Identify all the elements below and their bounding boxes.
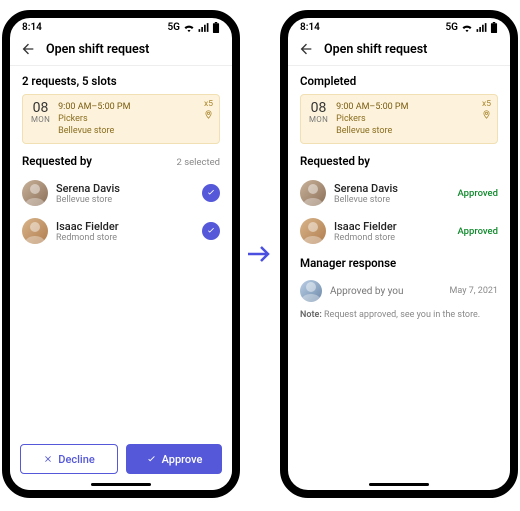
requester-store: Redmond store xyxy=(334,233,449,243)
app-bar: Open shift request xyxy=(288,35,510,66)
summary-text: Completed xyxy=(300,74,498,88)
status-time: 8:14 xyxy=(300,22,320,33)
page-title: Open shift request xyxy=(324,42,427,57)
avatar xyxy=(22,218,48,244)
note-text: Request approved, see you in the store. xyxy=(324,310,480,320)
home-indicator xyxy=(91,483,151,486)
requester-store: Redmond store xyxy=(56,233,194,243)
requester-row: Isaac Fielder Redmond store Approved xyxy=(300,212,498,250)
status-badge: Approved xyxy=(457,226,498,237)
shift-card[interactable]: 08 MON 9:00 AM–5:00 PM Pickers Bellevue … xyxy=(22,94,220,144)
requester-name: Serena Davis xyxy=(334,182,449,195)
requester-row[interactable]: Isaac Fielder Redmond store xyxy=(22,212,220,250)
action-bar: Decline Approve xyxy=(10,436,232,490)
shift-day-number: 08 xyxy=(309,101,328,115)
shift-slots: x5 xyxy=(482,99,491,109)
shift-role: Pickers xyxy=(336,113,408,125)
requester-row[interactable]: Serena Davis Bellevue store xyxy=(22,174,220,212)
requested-by-label: Requested by xyxy=(300,154,370,168)
status-time: 8:14 xyxy=(22,22,42,33)
shift-day-label: MON xyxy=(309,115,328,124)
requester-name: Isaac Fielder xyxy=(334,220,449,233)
shift-store: Bellevue store xyxy=(336,125,408,137)
page-title: Open shift request xyxy=(46,42,149,57)
status-bar: 8:14 5G xyxy=(10,18,232,35)
approve-label: Approve xyxy=(162,453,203,466)
selected-count: 2 selected xyxy=(177,157,220,168)
status-network: 5G xyxy=(445,22,458,33)
manager-response-label: Manager response xyxy=(300,256,396,270)
requester-name: Isaac Fielder xyxy=(56,220,194,233)
requester-name: Serena Davis xyxy=(56,182,194,195)
shift-store: Bellevue store xyxy=(58,125,130,137)
shift-slots: x5 xyxy=(204,99,213,109)
requester-store: Bellevue store xyxy=(56,195,194,205)
manager-note: Note: Request approved, see you in the s… xyxy=(300,310,498,320)
close-icon xyxy=(43,454,53,464)
manager-response-row: Approved by you May 7, 2021 xyxy=(300,276,498,304)
shift-day-label: MON xyxy=(31,115,50,124)
selected-check-icon[interactable] xyxy=(202,184,220,202)
selected-check-icon[interactable] xyxy=(202,222,220,240)
status-indicators: 5G xyxy=(445,22,498,33)
wifi-icon xyxy=(183,23,195,32)
approve-button[interactable]: Approve xyxy=(126,444,222,474)
battery-icon xyxy=(212,22,220,33)
avatar xyxy=(300,218,326,244)
status-badge: Approved xyxy=(457,188,498,199)
phone-after: 8:14 5G Open shift request Completed 08 … xyxy=(280,10,518,498)
phone-before: 8:14 5G Open shift request 2 requests, 5… xyxy=(2,10,240,498)
requester-row: Serena Davis Bellevue store Approved xyxy=(300,174,498,212)
status-network: 5G xyxy=(167,22,180,33)
summary-text: 2 requests, 5 slots xyxy=(22,74,220,88)
signal-icon xyxy=(198,23,209,32)
requester-store: Bellevue store xyxy=(334,195,449,205)
location-pin-icon xyxy=(482,110,491,119)
decline-button[interactable]: Decline xyxy=(20,444,118,474)
home-indicator xyxy=(369,483,429,486)
avatar xyxy=(22,180,48,206)
shift-role: Pickers xyxy=(58,113,130,125)
location-pin-icon xyxy=(204,110,213,119)
shift-time: 9:00 AM–5:00 PM xyxy=(336,101,408,113)
app-bar: Open shift request xyxy=(10,35,232,66)
shift-day-number: 08 xyxy=(31,101,50,115)
back-icon[interactable] xyxy=(20,41,36,57)
requested-by-label: Requested by xyxy=(22,154,92,168)
shift-card[interactable]: 08 MON 9:00 AM–5:00 PM Pickers Bellevue … xyxy=(300,94,498,144)
shift-time: 9:00 AM–5:00 PM xyxy=(58,101,130,113)
status-bar: 8:14 5G xyxy=(288,18,510,35)
manager-date: May 7, 2021 xyxy=(450,286,498,296)
transition-arrow-icon xyxy=(248,244,272,264)
signal-icon xyxy=(476,23,487,32)
status-indicators: 5G xyxy=(167,22,220,33)
manager-message: Approved by you xyxy=(330,286,442,297)
avatar xyxy=(300,280,322,302)
battery-icon xyxy=(490,22,498,33)
check-icon xyxy=(146,454,157,465)
avatar xyxy=(300,180,326,206)
note-label: Note: xyxy=(300,310,322,320)
back-icon[interactable] xyxy=(298,41,314,57)
wifi-icon xyxy=(461,23,473,32)
decline-label: Decline xyxy=(58,453,94,466)
